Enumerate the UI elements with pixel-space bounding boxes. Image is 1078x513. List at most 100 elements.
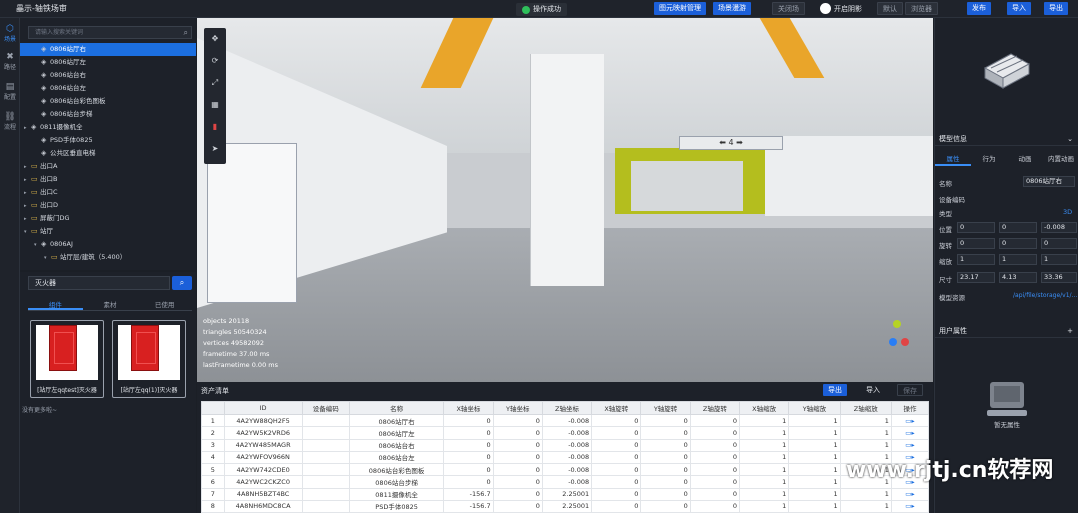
- expand-arrow-icon[interactable]: ▾: [44, 252, 51, 265]
- rotate-icon[interactable]: ⟳: [204, 50, 226, 72]
- tree-node[interactable]: ▾ ◈ 0806AJ: [20, 238, 196, 251]
- tree-search-input[interactable]: 请输入搜索关键词 ⌕: [28, 26, 192, 39]
- rail-item-path[interactable]: ✖ 路径: [0, 52, 20, 71]
- model-mapping-button[interactable]: 图元映射管理: [654, 2, 706, 15]
- resource-link[interactable]: /api/file/storage/v1/...: [1013, 292, 1077, 299]
- position-z-field[interactable]: -0.008: [1041, 222, 1077, 233]
- scale-z-field[interactable]: 1: [1041, 254, 1077, 265]
- default-button[interactable]: 默认: [877, 2, 903, 15]
- table-row[interactable]: 6 4A2YWC2CKZC0 0806站台步梯 0 0 -0.008 0 0 0 1 1 1 ▭▸: [201, 475, 930, 489]
- column-header[interactable]: ID: [223, 401, 303, 415]
- table-row[interactable]: 7 4A8NH5BZT4BC 0811摄像机全 -156.7 0 2.25001 0 0 0 1 1…: [201, 487, 930, 501]
- chevron-down-icon[interactable]: ⌄: [1067, 132, 1073, 146]
- tree-node[interactable]: ▾ ▭ 站厅层/建筑（5.400）: [20, 251, 196, 264]
- disabled-button[interactable]: 关闭场: [772, 2, 805, 15]
- axis-y-icon[interactable]: [893, 320, 901, 328]
- column-header[interactable]: 操作: [890, 401, 930, 415]
- table-row[interactable]: 4 4A2YWFOV966N 0806站台左 0 0 -0.008 0 0 0 1 1 1 ▭▸: [201, 450, 930, 465]
- search-icon[interactable]: ⌕: [184, 27, 188, 38]
- scene-roam-button[interactable]: 场景漫游: [713, 2, 751, 15]
- asset-card[interactable]: [站厅左qqtest]灭火器: [30, 320, 104, 398]
- tree-node[interactable]: ◈ 0806站台右: [20, 69, 196, 82]
- column-header[interactable]: X轴旋转: [591, 401, 642, 415]
- fire-extinguisher-icon[interactable]: ▮: [204, 116, 226, 138]
- asset-search-input[interactable]: 灭火器: [28, 276, 170, 290]
- tree-node[interactable]: ◈ 0806站台左: [20, 82, 196, 95]
- axis-x-icon[interactable]: [901, 338, 909, 346]
- table-row[interactable]: 3 4A2YW485MAGR 0806站台右 0 0 -0.008 0 0 0 1 1 1 ▭▸: [201, 438, 930, 452]
- shadow-toggle[interactable]: 开启阴影: [820, 3, 862, 14]
- tree-node[interactable]: ◈ 公共区垂直电梯: [20, 147, 196, 160]
- camera-icon[interactable]: ▭▸: [890, 413, 930, 428]
- tree-node[interactable]: ◈ 0806站厅左: [20, 56, 196, 69]
- user-props-header[interactable]: 用户属性 +: [935, 324, 1078, 338]
- scale-x-field[interactable]: 1: [957, 254, 995, 265]
- tree-node[interactable]: ◈ PSD手体0825: [20, 134, 196, 147]
- tree-node[interactable]: ▾ ▭ 站厅: [20, 225, 196, 238]
- tree-node[interactable]: ◈ 0806站台彩色图板: [20, 95, 196, 108]
- table-row[interactable]: 1 4A2YW88QH2F5 0806站厅右 0 0 -0.008 0 0 0 1 1 1 ▭▸: [201, 413, 930, 428]
- tree-node[interactable]: ▸ ▭ 屏蔽门DG: [20, 212, 196, 225]
- tree-node[interactable]: ▸ ▭ 出口D: [20, 199, 196, 212]
- column-header[interactable]: X轴缩放: [738, 401, 790, 415]
- tree-node[interactable]: ◈ 0806站台步梯: [20, 108, 196, 121]
- tree-node[interactable]: ▸ ▭ 出口A: [20, 160, 196, 173]
- send-icon[interactable]: ➤: [204, 138, 226, 160]
- model-info-header[interactable]: 模型信息 ⌄: [935, 132, 1078, 146]
- tab-components[interactable]: 组件: [28, 299, 83, 310]
- rail-item-flow[interactable]: ⛓ 流程: [0, 112, 20, 131]
- 3d-viewport[interactable]: ⬅ 4 ➡ ✥ ⟳ ⤢ ▦ ▮ ➤ objects 20118 triangle…: [197, 18, 933, 382]
- asset-search-button[interactable]: ⌕: [172, 276, 192, 290]
- tree-node[interactable]: ◈ 0806站厅右: [20, 43, 196, 56]
- column-header[interactable]: Y轴坐标: [492, 401, 543, 415]
- size-z-field[interactable]: 33.36: [1041, 272, 1077, 283]
- import-button[interactable]: 导入: [1007, 2, 1031, 15]
- asset-card[interactable]: [站厅左qq(1)]灭火器: [112, 320, 186, 398]
- table-save-button[interactable]: 保存: [897, 384, 923, 396]
- tab-animation[interactable]: 动画: [1007, 152, 1043, 166]
- publish-button[interactable]: 发布: [967, 2, 991, 15]
- position-x-field[interactable]: 0: [957, 222, 995, 233]
- column-header[interactable]: [201, 401, 225, 415]
- camera-icon[interactable]: ▭▸: [890, 426, 930, 440]
- rotation-z-field[interactable]: 0: [1041, 238, 1077, 249]
- camera-icon[interactable]: ▭▸: [890, 438, 930, 452]
- browser-button[interactable]: 浏览器: [905, 2, 938, 15]
- rotation-x-field[interactable]: 0: [957, 238, 995, 249]
- tree-node[interactable]: ▸ ◈ 0811摄像机全: [20, 121, 196, 134]
- tree-node[interactable]: ▸ ▭ 出口B: [20, 173, 196, 186]
- axis-gizmo[interactable]: [877, 318, 909, 348]
- grid-icon[interactable]: ▦: [204, 94, 226, 116]
- column-header[interactable]: Z轴缩放: [839, 401, 892, 415]
- column-header[interactable]: 设备编码: [301, 401, 350, 415]
- name-field[interactable]: 0806站厅右: [1023, 176, 1075, 187]
- rail-item-config[interactable]: ▤ 配置: [0, 82, 20, 101]
- table-row[interactable]: 5 4A2YW742CDE0 0806站台彩色图板 0 0 -0.008 0 0 0 1 1 1 ▭▸: [201, 462, 930, 477]
- export-button[interactable]: 导出: [1044, 2, 1068, 15]
- column-header[interactable]: X轴坐标: [443, 401, 494, 415]
- column-header[interactable]: Z轴旋转: [689, 401, 741, 415]
- table-export-button[interactable]: 导出: [823, 384, 847, 396]
- position-y-field[interactable]: 0: [999, 222, 1037, 233]
- tab-builtin-animation[interactable]: 内置动画: [1043, 152, 1078, 166]
- table-row[interactable]: 8 4A8NH6MDC8CA PSD手体0825 -156.7 0 2.25001 0 0 0 1…: [201, 499, 930, 513]
- add-icon[interactable]: +: [1067, 324, 1073, 338]
- tree-node[interactable]: ▸ ▭ 出口C: [20, 186, 196, 199]
- camera-icon[interactable]: ▭▸: [890, 499, 930, 513]
- tab-properties[interactable]: 属性: [935, 152, 971, 166]
- camera-icon[interactable]: ▭▸: [890, 487, 930, 501]
- move-icon[interactable]: ✥: [204, 28, 226, 50]
- column-header[interactable]: Z轴坐标: [541, 401, 593, 415]
- rail-item-scene[interactable]: ⬡ 场景: [0, 24, 20, 43]
- axis-z-icon[interactable]: [889, 338, 897, 346]
- rotation-y-field[interactable]: 0: [999, 238, 1037, 249]
- column-header[interactable]: Y轴旋转: [640, 401, 691, 415]
- tab-materials[interactable]: 素材: [83, 299, 138, 310]
- tab-behavior[interactable]: 行为: [971, 152, 1007, 166]
- size-y-field[interactable]: 4.13: [999, 272, 1037, 283]
- tab-used[interactable]: 已使用: [137, 299, 192, 310]
- scale-y-field[interactable]: 1: [999, 254, 1037, 265]
- column-header[interactable]: 名称: [348, 401, 445, 415]
- scale-icon[interactable]: ⤢: [204, 72, 226, 94]
- size-x-field[interactable]: 23.17: [957, 272, 995, 283]
